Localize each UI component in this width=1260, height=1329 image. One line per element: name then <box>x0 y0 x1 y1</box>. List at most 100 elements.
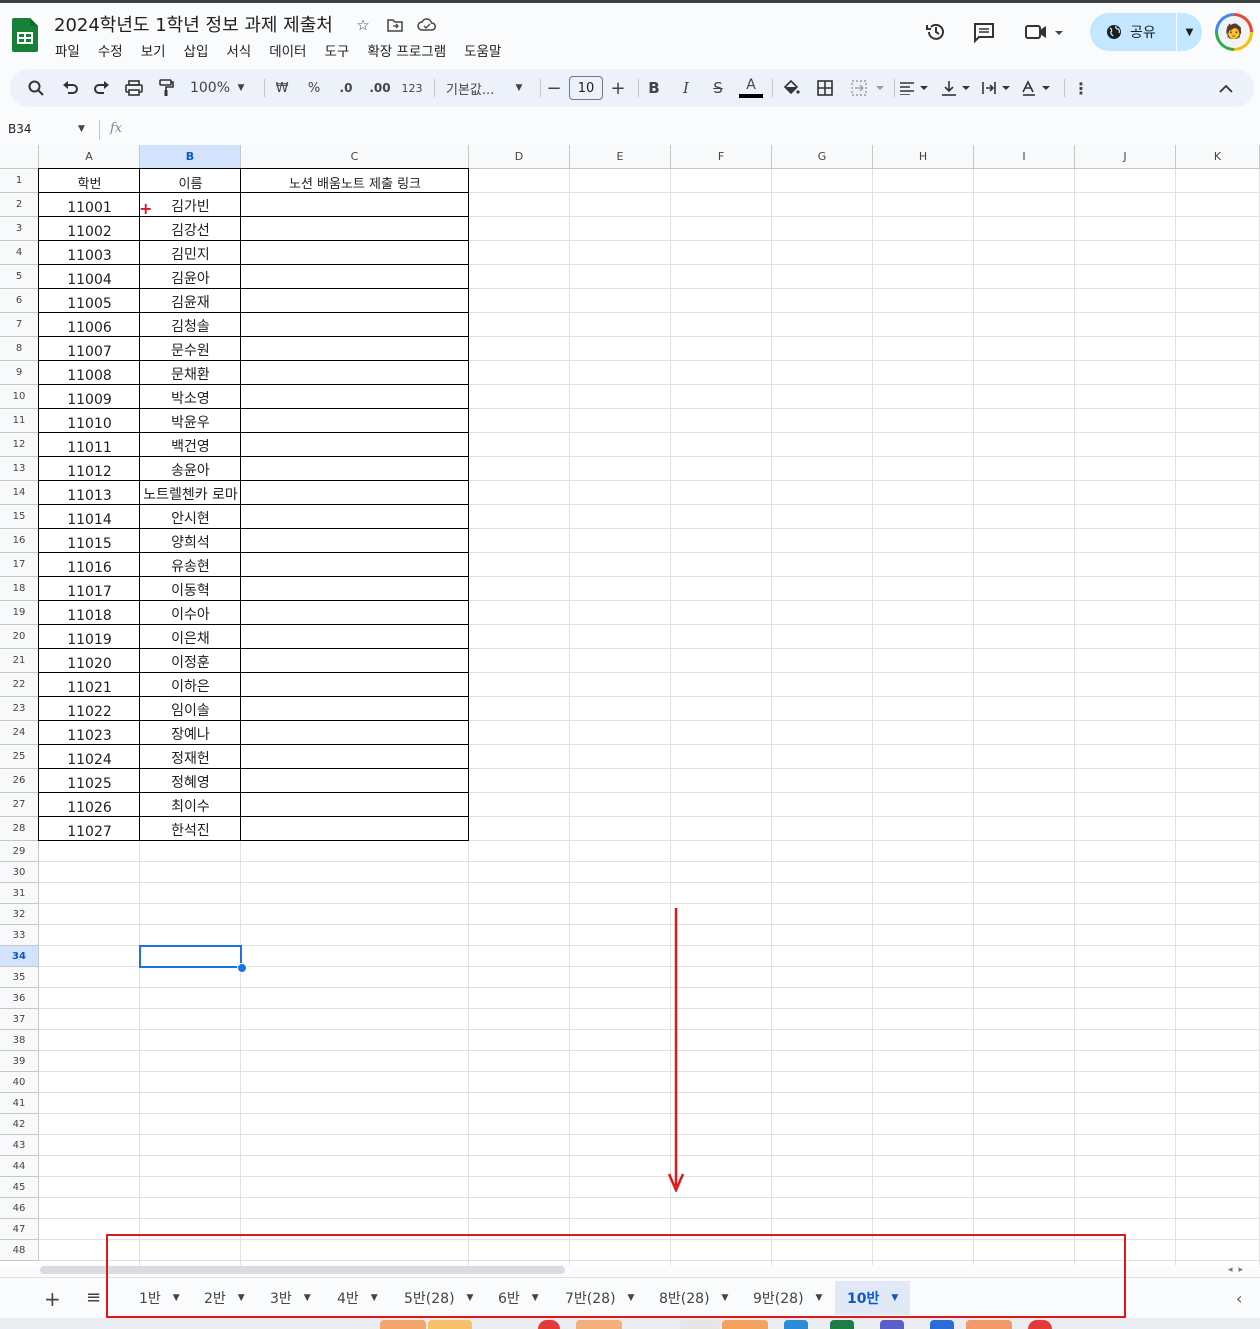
link-cell[interactable] <box>241 745 469 769</box>
column-header-c[interactable]: C <box>241 145 469 169</box>
student-id-cell[interactable]: 11025 <box>39 769 140 793</box>
student-id-cell[interactable]: 11016 <box>39 553 140 577</box>
link-cell[interactable] <box>241 217 469 241</box>
comments-icon[interactable] <box>966 14 1002 50</box>
all-sheets-icon[interactable]: ≡ <box>86 1287 101 1308</box>
student-name-cell[interactable]: 박소영 <box>140 385 241 409</box>
row-header[interactable]: 45 <box>0 1177 39 1198</box>
row-header[interactable]: 9 <box>0 361 39 385</box>
search-menu-icon[interactable] <box>24 69 48 107</box>
font-size-decrease-button[interactable]: − <box>546 69 562 107</box>
student-id-cell[interactable]: 11019 <box>39 625 140 649</box>
link-cell[interactable] <box>241 361 469 385</box>
student-id-cell[interactable]: 11003 <box>39 241 140 265</box>
column-header-f[interactable]: F <box>671 145 772 169</box>
row-header[interactable]: 47 <box>0 1219 39 1240</box>
link-cell[interactable] <box>241 721 469 745</box>
student-id-cell[interactable]: 11027 <box>39 817 140 841</box>
row-header[interactable]: 34 <box>0 946 39 967</box>
header-cell[interactable]: 이름 <box>140 169 241 193</box>
font-select[interactable]: 기본값... <box>446 69 504 107</box>
row-header[interactable]: 14 <box>0 481 39 505</box>
borders-icon[interactable] <box>814 69 836 107</box>
row-header[interactable]: 11 <box>0 409 39 433</box>
row-header[interactable]: 38 <box>0 1030 39 1051</box>
menu-data[interactable]: 데이터 <box>269 40 314 60</box>
tabs-scroll-left-icon[interactable]: ‹ <box>1236 1289 1242 1308</box>
row-header[interactable]: 35 <box>0 967 39 988</box>
percent-format-button[interactable]: % <box>304 69 324 107</box>
row-header[interactable]: 26 <box>0 769 39 793</box>
student-id-cell[interactable]: 11024 <box>39 745 140 769</box>
row-header[interactable]: 23 <box>0 697 39 721</box>
font-dropdown-icon[interactable]: ▼ <box>512 69 526 107</box>
row-header[interactable]: 16 <box>0 529 39 553</box>
vertical-align-icon[interactable] <box>940 69 974 107</box>
horizontal-align-icon[interactable] <box>898 69 932 107</box>
row-header[interactable]: 41 <box>0 1093 39 1114</box>
menu-extensions[interactable]: 확장 프로그램 <box>367 40 454 60</box>
add-sheet-icon[interactable]: + <box>44 1287 61 1311</box>
link-cell[interactable] <box>241 769 469 793</box>
student-id-cell[interactable]: 11001 <box>39 193 140 217</box>
version-history-icon[interactable] <box>918 14 954 50</box>
row-header[interactable]: 29 <box>0 841 39 862</box>
row-header[interactable]: 1 <box>0 169 39 193</box>
link-cell[interactable] <box>241 289 469 313</box>
student-id-cell[interactable]: 11004 <box>39 265 140 289</box>
link-cell[interactable] <box>241 649 469 673</box>
taskbar-app-icon[interactable] <box>1028 1320 1052 1329</box>
font-size-increase-button[interactable]: + <box>610 69 626 107</box>
taskbar-app-icon[interactable] <box>538 1320 560 1329</box>
row-header[interactable]: 36 <box>0 988 39 1009</box>
row-header[interactable]: 7 <box>0 313 39 337</box>
link-cell[interactable] <box>241 601 469 625</box>
row-header[interactable]: 33 <box>0 925 39 946</box>
row-header[interactable]: 21 <box>0 649 39 673</box>
student-id-cell[interactable]: 11002 <box>39 217 140 241</box>
column-header-b[interactable]: B <box>140 145 241 169</box>
link-cell[interactable] <box>241 817 469 841</box>
currency-format-button[interactable]: ₩ <box>272 69 292 107</box>
undo-icon[interactable] <box>58 69 82 107</box>
menu-help[interactable]: 도움말 <box>464 40 509 60</box>
link-cell[interactable] <box>241 529 469 553</box>
fill-handle[interactable] <box>237 963 247 973</box>
row-header[interactable]: 32 <box>0 904 39 925</box>
link-cell[interactable] <box>241 577 469 601</box>
link-cell[interactable] <box>241 409 469 433</box>
student-name-cell[interactable]: 정혜영 <box>140 769 241 793</box>
column-header-d[interactable]: D <box>469 145 570 169</box>
taskbar-app-icon[interactable] <box>380 1320 426 1329</box>
student-id-cell[interactable]: 11018 <box>39 601 140 625</box>
row-header[interactable]: 28 <box>0 817 39 841</box>
student-id-cell[interactable]: 11013 <box>39 481 140 505</box>
student-name-cell[interactable]: 임이솔 <box>140 697 241 721</box>
link-cell[interactable] <box>241 673 469 697</box>
bold-button[interactable]: B <box>644 69 664 107</box>
column-header-h[interactable]: H <box>873 145 974 169</box>
taskbar-app-icon[interactable] <box>680 1320 720 1329</box>
menu-edit[interactable]: 수정 <box>98 40 131 60</box>
student-id-cell[interactable]: 11014 <box>39 505 140 529</box>
row-header[interactable]: 12 <box>0 433 39 457</box>
row-header[interactable]: 42 <box>0 1114 39 1135</box>
menu-file[interactable]: 파일 <box>55 40 88 60</box>
student-id-cell[interactable]: 11010 <box>39 409 140 433</box>
text-rotation-icon[interactable] <box>1020 69 1054 107</box>
column-header-k[interactable]: K <box>1176 145 1260 169</box>
spreadsheet-grid[interactable]: A B C D E F G H I J K 1 2 3 4 5 6 7 8 9 10 11 12 13 14 15 16 17 18 19… <box>0 145 1260 1265</box>
row-header[interactable]: 13 <box>0 457 39 481</box>
taskbar-app-icon[interactable] <box>930 1320 954 1329</box>
link-cell[interactable] <box>241 553 469 577</box>
merge-cells-icon[interactable] <box>848 69 888 107</box>
row-header[interactable]: 46 <box>0 1198 39 1219</box>
student-name-cell[interactable]: 김윤아 <box>140 265 241 289</box>
share-dropdown-icon[interactable]: ▼ <box>1177 27 1202 38</box>
student-name-cell[interactable]: 장예나 <box>140 721 241 745</box>
menu-format[interactable]: 서식 <box>226 40 259 60</box>
meet-video-icon[interactable] <box>1020 14 1068 50</box>
decrease-decimal-button[interactable]: .0 <box>334 69 358 107</box>
link-cell[interactable] <box>241 793 469 817</box>
student-name-cell[interactable]: 송윤아 <box>140 457 241 481</box>
